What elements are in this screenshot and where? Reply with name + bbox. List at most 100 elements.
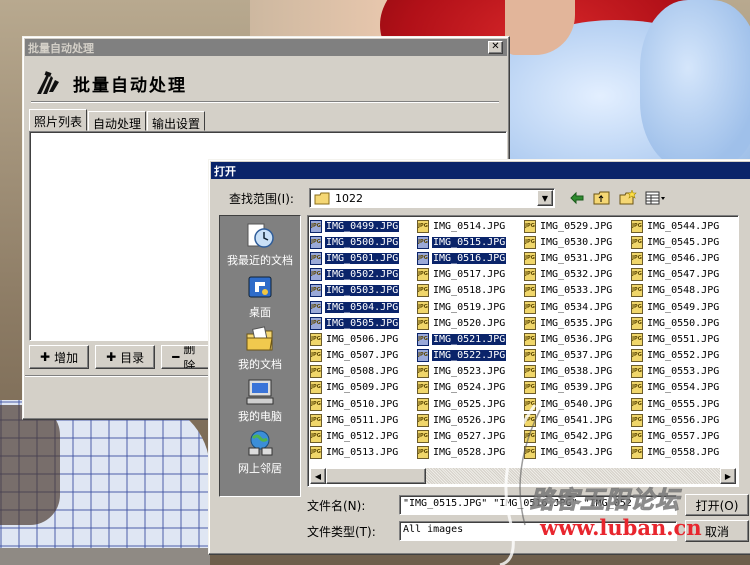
new-folder-icon[interactable] bbox=[619, 190, 637, 205]
plus-icon: ✚ bbox=[40, 350, 51, 364]
jpg-file-icon: JPG bbox=[524, 235, 536, 249]
file-item[interactable]: JPG IMG_0544.JPG bbox=[631, 218, 738, 234]
jpg-file-icon: JPG bbox=[524, 446, 536, 460]
file-item[interactable]: JPG IMG_0531.JPG bbox=[524, 250, 631, 266]
file-item[interactable]: JPG IMG_0502.JPG bbox=[310, 267, 417, 283]
open-title-bar[interactable]: 打开 bbox=[211, 162, 750, 179]
place-network[interactable]: 网上邻居 bbox=[220, 430, 300, 476]
file-item[interactable]: JPG IMG_0538.JPG bbox=[524, 364, 631, 380]
file-item[interactable]: JPG IMG_0533.JPG bbox=[524, 283, 631, 299]
add-folder-button[interactable]: ✚ 目录 bbox=[95, 345, 156, 369]
file-item[interactable]: JPG IMG_0501.JPG bbox=[310, 250, 417, 266]
file-item[interactable]: JPG IMG_0525.JPG bbox=[417, 396, 524, 412]
file-list[interactable]: JPG IMG_0499.JPG JPG IMG_0500.JPG JPG IMG_050… bbox=[307, 215, 739, 487]
file-item[interactable]: JPG IMG_0539.JPG bbox=[524, 380, 631, 396]
file-item[interactable]: JPG IMG_0541.JPG bbox=[524, 412, 631, 428]
file-item[interactable]: JPG IMG_0521.JPG bbox=[417, 331, 524, 347]
file-item[interactable]: JPG IMG_0548.JPG bbox=[631, 283, 738, 299]
file-item[interactable]: JPG IMG_0499.JPG bbox=[310, 218, 417, 234]
file-item[interactable]: JPG IMG_0528.JPG bbox=[417, 445, 524, 461]
file-item[interactable]: JPG IMG_0526.JPG bbox=[417, 412, 524, 428]
file-item[interactable]: JPG IMG_0554.JPG bbox=[631, 380, 738, 396]
batch-title-bar[interactable]: 批量自动处理 bbox=[25, 39, 507, 56]
tab-output-settings[interactable]: 输出设置 bbox=[147, 111, 206, 131]
file-item[interactable]: JPG IMG_0545.JPG bbox=[631, 234, 738, 250]
file-item[interactable]: JPG IMG_0557.JPG bbox=[631, 428, 738, 444]
file-item[interactable]: JPG IMG_0517.JPG bbox=[417, 267, 524, 283]
file-item[interactable]: JPG IMG_0523.JPG bbox=[417, 364, 524, 380]
file-item[interactable]: JPG IMG_0543.JPG bbox=[524, 445, 631, 461]
place-my-documents[interactable]: 我的文档 bbox=[220, 326, 300, 372]
file-name: IMG_0512.JPG bbox=[326, 431, 399, 443]
plus-icon: ✚ bbox=[106, 350, 117, 364]
file-item[interactable]: JPG IMG_0520.JPG bbox=[417, 315, 524, 331]
file-item[interactable]: JPG IMG_0510.JPG bbox=[310, 396, 417, 412]
view-menu-icon[interactable] bbox=[645, 191, 667, 205]
place-desktop[interactable]: 桌面 bbox=[220, 274, 300, 320]
file-item[interactable]: JPG IMG_0551.JPG bbox=[631, 331, 738, 347]
folder-icon bbox=[314, 192, 330, 204]
file-item[interactable]: JPG IMG_0522.JPG bbox=[417, 348, 524, 364]
file-item[interactable]: JPG IMG_0518.JPG bbox=[417, 283, 524, 299]
file-item[interactable]: JPG IMG_0503.JPG bbox=[310, 283, 417, 299]
file-item[interactable]: JPG IMG_0550.JPG bbox=[631, 315, 738, 331]
batch-header-title: 批量自动处理 bbox=[73, 75, 187, 96]
file-item[interactable]: JPG IMG_0555.JPG bbox=[631, 396, 738, 412]
file-item[interactable]: JPG IMG_0529.JPG bbox=[524, 218, 631, 234]
jpg-file-icon: JPG bbox=[631, 413, 643, 427]
file-item[interactable]: JPG IMG_0553.JPG bbox=[631, 364, 738, 380]
scroll-right-icon[interactable]: ▶ bbox=[720, 468, 736, 484]
close-button[interactable]: ✕ bbox=[488, 41, 503, 54]
file-name: IMG_0542.JPG bbox=[540, 431, 613, 443]
file-item[interactable]: JPG IMG_0509.JPG bbox=[310, 380, 417, 396]
file-item[interactable]: JPG IMG_0519.JPG bbox=[417, 299, 524, 315]
scroll-left-icon[interactable]: ◀ bbox=[310, 468, 326, 484]
file-item[interactable]: JPG IMG_0516.JPG bbox=[417, 250, 524, 266]
file-item[interactable]: JPG IMG_0508.JPG bbox=[310, 364, 417, 380]
jpg-file-icon: JPG bbox=[524, 219, 536, 233]
add-button[interactable]: ✚ 增加 bbox=[29, 345, 90, 369]
file-item[interactable]: JPG IMG_0556.JPG bbox=[631, 412, 738, 428]
jpg-file-icon: JPG bbox=[524, 381, 536, 395]
file-item[interactable]: JPG IMG_0532.JPG bbox=[524, 267, 631, 283]
file-item[interactable]: JPG IMG_0558.JPG bbox=[631, 445, 738, 461]
batch-process-logo-icon bbox=[37, 71, 59, 94]
file-item[interactable]: JPG IMG_0506.JPG bbox=[310, 331, 417, 347]
file-item[interactable]: JPG IMG_0515.JPG bbox=[417, 234, 524, 250]
file-item[interactable]: JPG IMG_0537.JPG bbox=[524, 348, 631, 364]
jpg-file-icon: JPG bbox=[417, 365, 429, 379]
file-item[interactable]: JPG IMG_0500.JPG bbox=[310, 234, 417, 250]
file-item[interactable]: JPG IMG_0524.JPG bbox=[417, 380, 524, 396]
file-item[interactable]: JPG IMG_0540.JPG bbox=[524, 396, 631, 412]
tab-photo-list[interactable]: 照片列表 bbox=[29, 109, 88, 131]
file-item[interactable]: JPG IMG_0512.JPG bbox=[310, 428, 417, 444]
place-my-computer[interactable]: 我的电脑 bbox=[220, 378, 300, 424]
tab-auto-process[interactable]: 自动处理 bbox=[88, 111, 147, 131]
file-item[interactable]: JPG IMG_0552.JPG bbox=[631, 348, 738, 364]
file-item[interactable]: JPG IMG_0546.JPG bbox=[631, 250, 738, 266]
file-item[interactable]: JPG IMG_0534.JPG bbox=[524, 299, 631, 315]
up-folder-icon[interactable] bbox=[593, 190, 611, 205]
file-item[interactable]: JPG IMG_0535.JPG bbox=[524, 315, 631, 331]
place-recent-docs[interactable]: 我最近的文档 bbox=[220, 222, 300, 268]
jpg-file-icon: JPG bbox=[524, 397, 536, 411]
file-item[interactable]: JPG IMG_0530.JPG bbox=[524, 234, 631, 250]
file-item[interactable]: JPG IMG_0542.JPG bbox=[524, 428, 631, 444]
file-item[interactable]: JPG IMG_0504.JPG bbox=[310, 299, 417, 315]
back-arrow-icon[interactable] bbox=[569, 191, 585, 205]
file-item[interactable]: JPG IMG_0505.JPG bbox=[310, 315, 417, 331]
file-name: IMG_0539.JPG bbox=[540, 382, 613, 394]
file-item[interactable]: JPG IMG_0547.JPG bbox=[631, 267, 738, 283]
chevron-down-icon[interactable]: ▼ bbox=[537, 190, 553, 206]
scroll-thumb[interactable] bbox=[326, 468, 426, 484]
file-name: IMG_0526.JPG bbox=[433, 414, 506, 426]
file-item[interactable]: JPG IMG_0507.JPG bbox=[310, 348, 417, 364]
open-button[interactable]: 打开(O) bbox=[685, 494, 749, 516]
file-item[interactable]: JPG IMG_0511.JPG bbox=[310, 412, 417, 428]
file-item[interactable]: JPG IMG_0536.JPG bbox=[524, 331, 631, 347]
file-item[interactable]: JPG IMG_0549.JPG bbox=[631, 299, 738, 315]
look-in-dropdown[interactable]: 1022 ▼ bbox=[309, 188, 555, 208]
file-item[interactable]: JPG IMG_0513.JPG bbox=[310, 445, 417, 461]
file-item[interactable]: JPG IMG_0514.JPG bbox=[417, 218, 524, 234]
file-item[interactable]: JPG IMG_0527.JPG bbox=[417, 428, 524, 444]
